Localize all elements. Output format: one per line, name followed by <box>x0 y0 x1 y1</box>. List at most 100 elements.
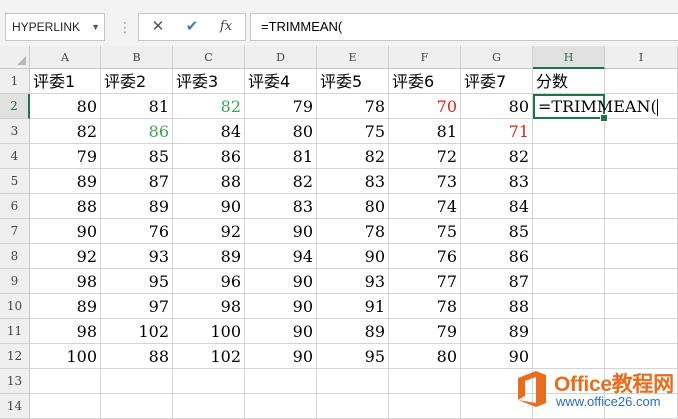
cell-e9[interactable]: 93 <box>317 269 389 294</box>
cell-c1[interactable]: 评委3 <box>173 69 245 94</box>
cell-c3[interactable]: 84 <box>173 119 245 144</box>
cell-i3[interactable] <box>605 119 678 144</box>
cell-c12[interactable]: 102 <box>173 344 245 369</box>
cell-g7[interactable]: 85 <box>461 219 533 244</box>
cell-b3[interactable]: 86 <box>101 119 173 144</box>
cell-f12[interactable]: 80 <box>389 344 461 369</box>
cell-g10[interactable]: 88 <box>461 294 533 319</box>
row-header-14[interactable]: 14 <box>0 394 30 419</box>
column-header-i[interactable]: I <box>605 46 678 69</box>
cell-h3[interactable] <box>533 119 605 144</box>
drag-handle-icon[interactable]: ⋮ <box>118 18 132 36</box>
cell-c6[interactable]: 90 <box>173 194 245 219</box>
cell-e2[interactable]: 78 <box>317 94 389 119</box>
cell-d3[interactable]: 80 <box>245 119 317 144</box>
enter-check-icon[interactable]: ✔ <box>177 14 207 40</box>
chevron-down-icon[interactable]: ▼ <box>91 14 100 40</box>
cell-d6[interactable]: 83 <box>245 194 317 219</box>
cell-e12[interactable]: 95 <box>317 344 389 369</box>
cell-e10[interactable]: 91 <box>317 294 389 319</box>
cell-e3[interactable]: 75 <box>317 119 389 144</box>
cell-g9[interactable]: 87 <box>461 269 533 294</box>
cell-f4[interactable]: 72 <box>389 144 461 169</box>
cell-c10[interactable]: 98 <box>173 294 245 319</box>
cell-f3[interactable]: 81 <box>389 119 461 144</box>
cell-h5[interactable] <box>533 169 605 194</box>
cell-a14[interactable] <box>30 394 101 419</box>
cell-e7[interactable]: 78 <box>317 219 389 244</box>
cell-b14[interactable] <box>101 394 173 419</box>
cell-b2[interactable]: 81 <box>101 94 173 119</box>
cell-a5[interactable]: 89 <box>30 169 101 194</box>
cell-a4[interactable]: 79 <box>30 144 101 169</box>
cell-b7[interactable]: 76 <box>101 219 173 244</box>
cell-a11[interactable]: 98 <box>30 319 101 344</box>
cell-h4[interactable] <box>533 144 605 169</box>
cell-g8[interactable]: 86 <box>461 244 533 269</box>
cell-f8[interactable]: 76 <box>389 244 461 269</box>
cell-b5[interactable]: 87 <box>101 169 173 194</box>
cell-b4[interactable]: 85 <box>101 144 173 169</box>
cell-g11[interactable]: 89 <box>461 319 533 344</box>
cell-e6[interactable]: 80 <box>317 194 389 219</box>
cell-i9[interactable] <box>605 269 678 294</box>
cell-d8[interactable]: 94 <box>245 244 317 269</box>
cell-a6[interactable]: 88 <box>30 194 101 219</box>
cell-b12[interactable]: 88 <box>101 344 173 369</box>
cell-h7[interactable] <box>533 219 605 244</box>
cell-g5[interactable]: 83 <box>461 169 533 194</box>
cell-c5[interactable]: 88 <box>173 169 245 194</box>
active-cell-editor[interactable]: =TRIMMEAN( <box>533 94 658 119</box>
cell-b8[interactable]: 93 <box>101 244 173 269</box>
cell-d11[interactable]: 90 <box>245 319 317 344</box>
cell-e11[interactable]: 89 <box>317 319 389 344</box>
cell-d5[interactable]: 82 <box>245 169 317 194</box>
cell-g6[interactable]: 84 <box>461 194 533 219</box>
cell-d13[interactable] <box>245 369 317 394</box>
cell-a10[interactable]: 89 <box>30 294 101 319</box>
cell-a8[interactable]: 92 <box>30 244 101 269</box>
cell-i10[interactable] <box>605 294 678 319</box>
cell-a9[interactable]: 98 <box>30 269 101 294</box>
row-header-12[interactable]: 12 <box>0 344 30 369</box>
cell-f6[interactable]: 74 <box>389 194 461 219</box>
cell-f14[interactable] <box>389 394 461 419</box>
cell-h6[interactable] <box>533 194 605 219</box>
cell-e1[interactable]: 评委5 <box>317 69 389 94</box>
cell-i7[interactable] <box>605 219 678 244</box>
cell-e14[interactable] <box>317 394 389 419</box>
row-header-10[interactable]: 10 <box>0 294 30 319</box>
cell-c7[interactable]: 92 <box>173 219 245 244</box>
cell-h11[interactable] <box>533 319 605 344</box>
cell-d12[interactable]: 90 <box>245 344 317 369</box>
cell-e5[interactable]: 83 <box>317 169 389 194</box>
cell-c4[interactable]: 86 <box>173 144 245 169</box>
row-header-1[interactable]: 1 <box>0 69 30 94</box>
select-all-button[interactable] <box>0 46 30 69</box>
row-header-8[interactable]: 8 <box>0 244 30 269</box>
cell-g2[interactable]: 80 <box>461 94 533 119</box>
cell-c11[interactable]: 100 <box>173 319 245 344</box>
cell-i4[interactable] <box>605 144 678 169</box>
cell-a2[interactable]: 80 <box>30 94 101 119</box>
cell-d4[interactable]: 81 <box>245 144 317 169</box>
cell-i8[interactable] <box>605 244 678 269</box>
cell-g1[interactable]: 评委7 <box>461 69 533 94</box>
column-header-d[interactable]: D <box>245 46 317 69</box>
row-header-3[interactable]: 3 <box>0 119 30 144</box>
row-header-9[interactable]: 9 <box>0 269 30 294</box>
cell-c8[interactable]: 89 <box>173 244 245 269</box>
column-header-g[interactable]: G <box>461 46 533 69</box>
formula-input[interactable]: =TRIMMEAN( <box>250 13 678 41</box>
cell-d14[interactable] <box>245 394 317 419</box>
column-header-e[interactable]: E <box>317 46 389 69</box>
cell-h10[interactable] <box>533 294 605 319</box>
cell-f10[interactable]: 78 <box>389 294 461 319</box>
cell-d10[interactable]: 90 <box>245 294 317 319</box>
row-header-2[interactable]: 2 <box>0 94 30 119</box>
cell-e4[interactable]: 82 <box>317 144 389 169</box>
cell-h8[interactable] <box>533 244 605 269</box>
cell-b13[interactable] <box>101 369 173 394</box>
fill-handle[interactable] <box>600 114 608 122</box>
cell-f11[interactable]: 79 <box>389 319 461 344</box>
